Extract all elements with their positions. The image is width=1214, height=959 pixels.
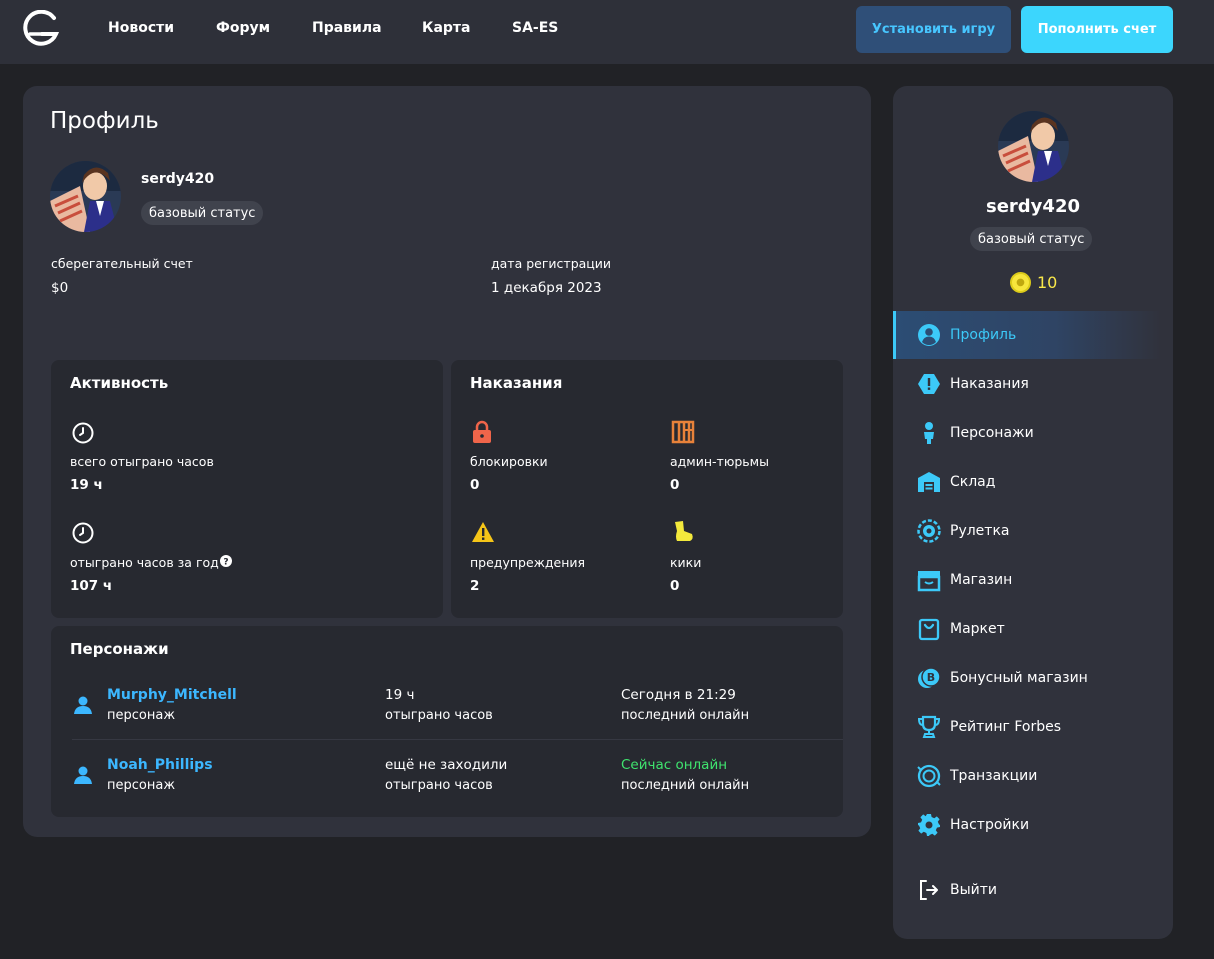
store-icon (917, 571, 941, 592)
character-hours: 19 ч (385, 687, 415, 703)
registration-value: 1 декабря 2023 (491, 280, 602, 296)
total-hours-value: 19 ч (70, 477, 103, 493)
sidebar-avatar (998, 111, 1069, 182)
sidebar-item-market[interactable]: Маркет (893, 605, 1161, 653)
avatar (50, 161, 121, 232)
savings-label: сберегательный счет (51, 256, 193, 271)
sidebar-username: serdy420 (986, 196, 1080, 217)
sidebar-item-bonus-store[interactable]: B Бонусный магазин (893, 654, 1161, 702)
row-divider (72, 739, 843, 740)
logo-icon[interactable] (20, 10, 60, 50)
logout-icon (920, 880, 938, 900)
character-last-online-label: последний онлайн (621, 778, 750, 793)
transactions-icon (917, 764, 941, 788)
sidebar-item-label: Выйти (950, 882, 998, 898)
trophy-icon (917, 715, 941, 738)
sidebar-item-warehouse[interactable]: Склад (893, 458, 1161, 506)
savings-value: $0 (51, 280, 69, 296)
sidebar-item-store[interactable]: Магазин (893, 556, 1161, 604)
character-online-status: Сейчас онлайн (621, 757, 728, 773)
activity-title: Активность (70, 374, 169, 392)
sidebar-item-label: Рейтинг Forbes (950, 719, 1062, 735)
warnings-value: 2 (470, 578, 480, 594)
sidebar-item-label: Транзакции (950, 768, 1038, 784)
sidebar-item-label: Рулетка (950, 523, 1010, 539)
character-name-link[interactable]: Murphy_Mitchell (107, 687, 237, 703)
sidebar-item-roulette[interactable]: Рулетка (893, 507, 1161, 555)
coin-icon: ● (1010, 272, 1031, 293)
character-last-online-label: последний онлайн (621, 708, 750, 723)
status-badge: базовый статус (141, 201, 264, 225)
punishments-panel (451, 360, 843, 618)
nav-sa-es[interactable]: SA-ES (512, 20, 558, 36)
coin-balance: ● 10 (1010, 272, 1057, 293)
nav-news[interactable]: Новости (108, 20, 174, 36)
warning-icon (472, 522, 494, 542)
sidebar-item-label: Магазин (950, 572, 1013, 588)
install-game-button[interactable]: Установить игру (856, 6, 1011, 53)
admin-jail-label: админ-тюрьмы (670, 454, 769, 469)
sidebar-item-forbes-rating[interactable]: Рейтинг Forbes (893, 703, 1161, 751)
total-hours-label: всего отыграно часов (70, 454, 214, 469)
sidebar-item-label: Профиль (950, 327, 1017, 343)
kicks-label: кики (670, 555, 702, 570)
sidebar-item-transactions[interactable]: Транзакции (893, 752, 1161, 800)
admin-jail-value: 0 (670, 477, 680, 493)
sidebar-item-label: Склад (950, 474, 996, 490)
bonus-coin-icon: B (918, 667, 941, 688)
character-hours-label: отыграно часов (385, 708, 493, 723)
help-icon[interactable]: ? (220, 555, 232, 567)
boot-kick-icon (675, 521, 693, 541)
alert-hexagon-icon (918, 374, 940, 394)
sidebar-item-label: Персонажи (950, 425, 1034, 441)
profile-username: serdy420 (141, 171, 215, 187)
gear-icon (918, 814, 940, 836)
character-last-online: Сегодня в 21:29 (621, 687, 736, 703)
character-hours-label: отыграно часов (385, 778, 493, 793)
character-name-link[interactable]: Noah_Phillips (107, 757, 213, 773)
year-hours-value: 107 ч (70, 578, 113, 594)
top-up-button[interactable]: Пополнить счет (1021, 6, 1173, 53)
warehouse-icon (918, 472, 940, 492)
person-icon (74, 766, 92, 784)
lock-icon (473, 420, 491, 443)
top-header: Новости Форум Правила Карта SA-ES Устано… (0, 0, 1214, 64)
clock-icon (72, 522, 94, 544)
sidebar-item-profile[interactable]: Профиль (893, 311, 1161, 359)
user-circle-icon (918, 324, 940, 346)
kicks-value: 0 (670, 578, 680, 594)
roulette-icon (917, 519, 941, 543)
sidebar-item-label: Настройки (950, 817, 1030, 833)
registration-label: дата регистрации (491, 256, 612, 271)
svg-text:?: ? (223, 558, 228, 568)
character-hours: ещё не заходили (385, 757, 508, 773)
nav-forum[interactable]: Форум (216, 20, 270, 36)
characters-title: Персонажи (70, 640, 169, 658)
punishments-title: Наказания (470, 374, 563, 392)
sidebar-item-label: Наказания (950, 376, 1029, 392)
coin-value: 10 (1037, 273, 1058, 292)
bans-label: блокировки (470, 454, 548, 469)
character-type: персонаж (107, 708, 176, 723)
sidebar-item-settings[interactable]: Настройки (893, 801, 1161, 849)
sidebar-item-label: Маркет (950, 621, 1005, 637)
bag-icon (918, 618, 940, 641)
sidebar-status-badge: базовый статус (970, 227, 1093, 251)
sidebar-item-label: Бонусный магазин (950, 670, 1088, 686)
nav-rules[interactable]: Правила (312, 20, 382, 36)
clock-icon (72, 422, 94, 444)
person-icon (74, 696, 92, 714)
sidebar-item-characters[interactable]: Персонажи (893, 409, 1161, 457)
person-icon (924, 422, 934, 444)
sidebar-item-logout[interactable]: Выйти (893, 866, 1161, 914)
jail-icon (671, 420, 695, 444)
nav-map[interactable]: Карта (422, 20, 470, 36)
warnings-label: предупреждения (470, 555, 586, 570)
year-hours-label: отыграно часов за год (70, 555, 219, 570)
character-type: персонаж (107, 778, 176, 793)
sidebar-item-punishments[interactable]: Наказания (893, 360, 1161, 408)
bans-value: 0 (470, 477, 480, 493)
svg-text:B: B (927, 671, 935, 684)
page-title: Профиль (50, 108, 159, 134)
